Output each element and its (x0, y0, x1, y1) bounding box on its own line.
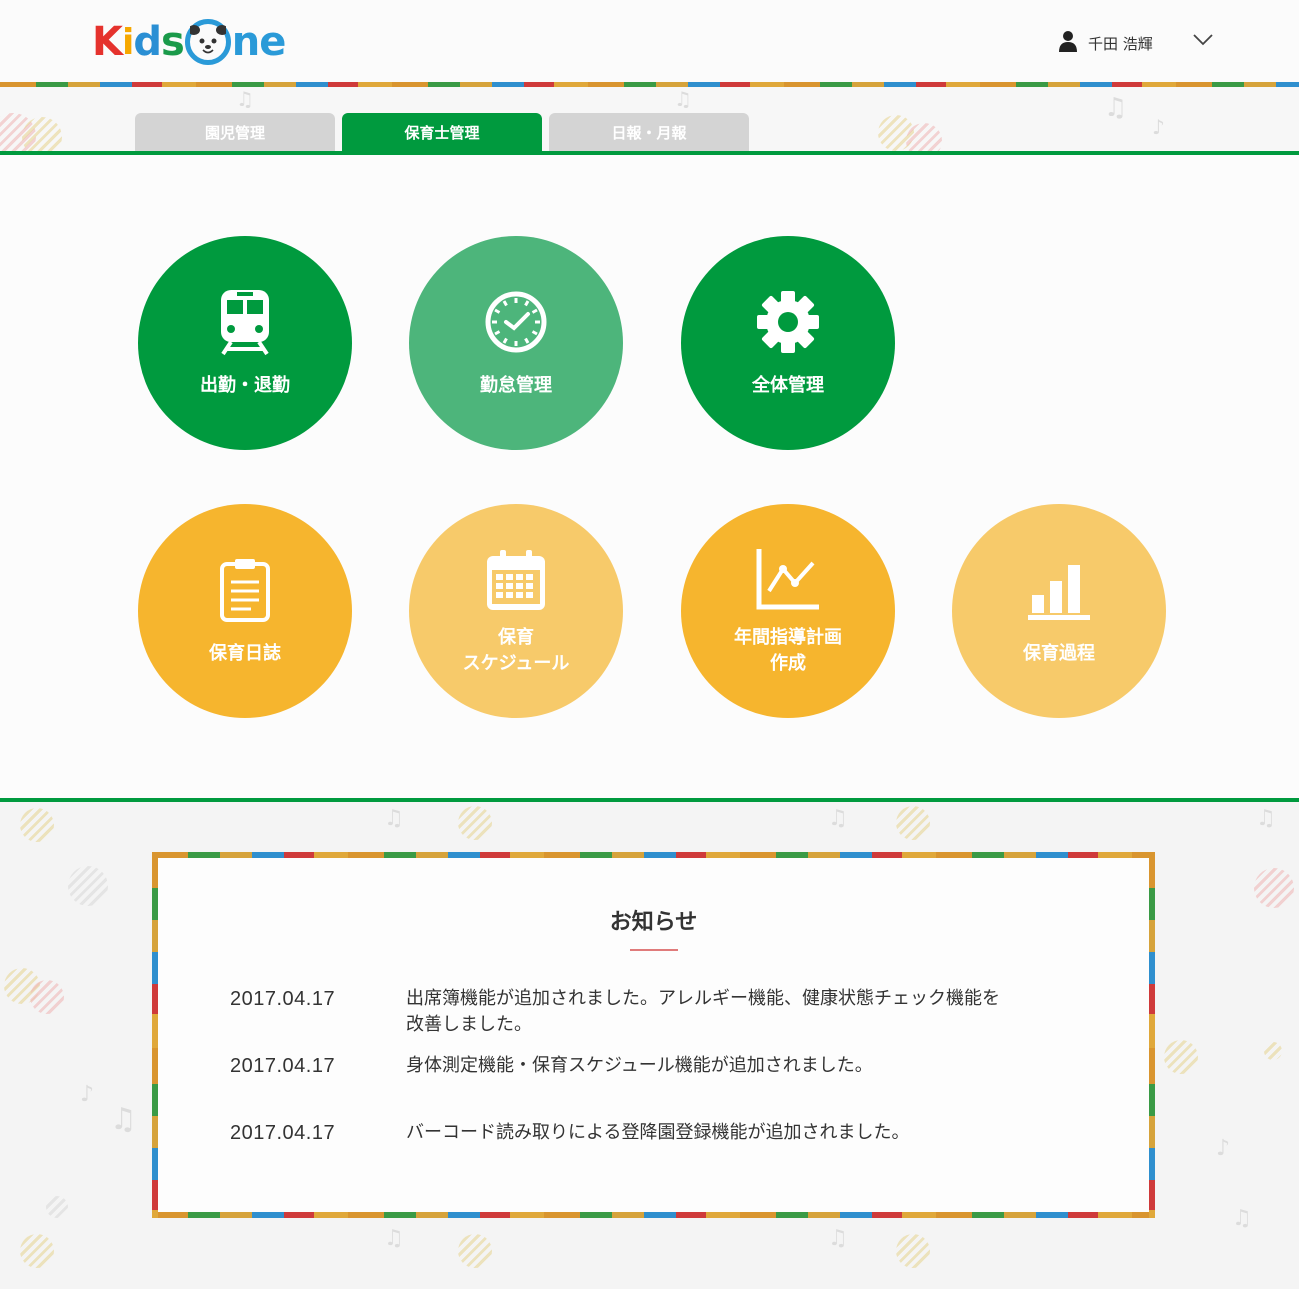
decoration-circle (22, 117, 62, 155)
logo-letter-d: d (133, 19, 162, 65)
menu-label: 全体管理 (752, 375, 824, 396)
user-menu[interactable]: 千田 浩輝 (1058, 30, 1153, 56)
annual-plan-button[interactable]: 年間指導計画 作成 (681, 504, 895, 718)
tab-label: 日報・月報 (611, 124, 687, 142)
childcare-diary-button[interactable]: 保育日誌 (138, 504, 352, 718)
logo-dog-face-icon: O (184, 19, 231, 65)
kidsone-logo[interactable]: K i d s O n e (92, 14, 286, 70)
music-note-icon: ♫ (110, 1102, 137, 1137)
tab-label: 園児管理 (204, 124, 265, 142)
line-chart-icon (753, 545, 823, 615)
news-item: 2017.04.17 バーコード読み取りによる登降園登録機能が追加されました。 (230, 1120, 1090, 1146)
logo-letter-k: K (92, 19, 123, 65)
overall-management-button[interactable]: 全体管理 (681, 236, 895, 450)
music-note-icon: ♪ (1216, 1136, 1231, 1161)
decoration-circle (458, 806, 492, 840)
decoration-circle (20, 1234, 54, 1268)
user-name: 千田 浩輝 (1088, 34, 1153, 53)
menu-label: 保育日誌 (209, 643, 281, 664)
notice-title-underline (630, 949, 678, 951)
decoration-circle (30, 980, 64, 1014)
menu-label: 保育過程 (1023, 643, 1095, 664)
music-note-icon: ♫ (384, 1226, 404, 1251)
calendar-icon (481, 545, 551, 615)
music-note-icon: ♫ (1256, 806, 1276, 831)
music-note-icon: ♫ (1104, 93, 1128, 123)
decoration-circle (68, 866, 108, 906)
news-date: 2017.04.17 (230, 988, 336, 1010)
music-note-icon: ♫ (828, 806, 848, 831)
bar-chart-icon (1024, 555, 1094, 625)
news-text: 身体測定機能・保育スケジュール機能が追加されました。 (406, 1055, 873, 1076)
decoration-circle (1264, 1042, 1282, 1060)
decoration-circle (20, 808, 54, 842)
decoration-circle (1164, 1040, 1198, 1074)
music-note-icon: ♫ (236, 87, 254, 111)
decoration-circle (896, 1234, 930, 1268)
menu-label-line1: 保育 (498, 627, 534, 648)
music-note-icon: ♪ (80, 1082, 95, 1107)
clock-icon (481, 287, 551, 357)
notice-border-right (1149, 852, 1155, 1218)
news-item: 2017.04.17 身体測定機能・保育スケジュール機能が追加されました。 (230, 1053, 1090, 1079)
menu-grid: 出勤・退勤 勤怠管理 全体管理 保育日誌 保育 スケジュール 年間指導計画 作成… (0, 155, 1299, 798)
music-note-icon: ♪ (1152, 115, 1165, 139)
chevron-down-icon[interactable] (1192, 32, 1214, 51)
tab-daily-monthly-report[interactable]: 日報・月報 (549, 113, 749, 152)
train-icon (210, 287, 280, 357)
tab-bar: ♪ ♫ ♫ ♫ 園児管理 保育士管理 日報・月報 (0, 87, 1299, 155)
music-note-icon: ♫ (674, 87, 692, 111)
menu-label-line1: 年間指導計画 (734, 627, 842, 648)
logo-letter-n: n (231, 19, 261, 65)
news-text-line: 出席簿機能が追加されました。アレルギー機能、健康状態チェック機能を (406, 988, 1000, 1009)
tab-label: 保育士管理 (404, 124, 480, 142)
logo-letter-i: i (122, 21, 134, 63)
decoration-circle (896, 806, 930, 840)
decoration-circle (458, 1234, 492, 1268)
logo-letter-s: s (160, 19, 185, 65)
decoration-circle (1254, 868, 1294, 908)
logo-letter-e: e (259, 19, 286, 65)
music-note-icon: ♫ (384, 806, 404, 831)
notice-border-bottom (152, 1212, 1155, 1218)
notice-box: お知らせ 2017.04.17 出席簿機能が追加されました。アレルギー機能、健康… (152, 852, 1155, 1218)
childcare-schedule-button[interactable]: 保育 スケジュール (409, 504, 623, 718)
music-note-icon: ♫ (828, 1226, 848, 1251)
news-item: 2017.04.17 出席簿機能が追加されました。アレルギー機能、健康状態チェッ… (230, 986, 1090, 1038)
news-text-line: 改善しました。 (406, 1014, 532, 1035)
menu-label-line2: 作成 (770, 653, 806, 674)
childcare-process-button[interactable]: 保育過程 (952, 504, 1166, 718)
menu-label: 出勤・退勤 (200, 375, 290, 396)
menu-label-line2: スケジュール (462, 653, 570, 674)
notice-content: お知らせ 2017.04.17 出席簿機能が追加されました。アレルギー機能、健康… (158, 858, 1149, 1212)
app-header: K i d s O n e 千田 浩輝 (0, 0, 1299, 82)
gear-icon (753, 287, 823, 357)
music-note-icon: ♫ (1232, 1206, 1252, 1231)
tab-staff-management[interactable]: 保育士管理 (342, 113, 542, 152)
clipboard-icon (210, 555, 280, 625)
menu-label: 勤怠管理 (480, 375, 552, 396)
notice-title: お知らせ (609, 910, 698, 935)
news-date: 2017.04.17 (230, 1122, 336, 1144)
tab-children-management[interactable]: 園児管理 (135, 113, 335, 152)
clock-in-out-button[interactable]: 出勤・退勤 (138, 236, 352, 450)
news-text: バーコード読み取りによる登降園登録機能が追加されました。 (406, 1122, 910, 1143)
news-text: 出席簿機能が追加されました。アレルギー機能、健康状態チェック機能を 改善しました… (406, 986, 1066, 1038)
decoration-circle (46, 1196, 68, 1218)
news-date: 2017.04.17 (230, 1055, 336, 1077)
user-icon (1058, 30, 1078, 56)
attendance-management-button[interactable]: 勤怠管理 (409, 236, 623, 450)
